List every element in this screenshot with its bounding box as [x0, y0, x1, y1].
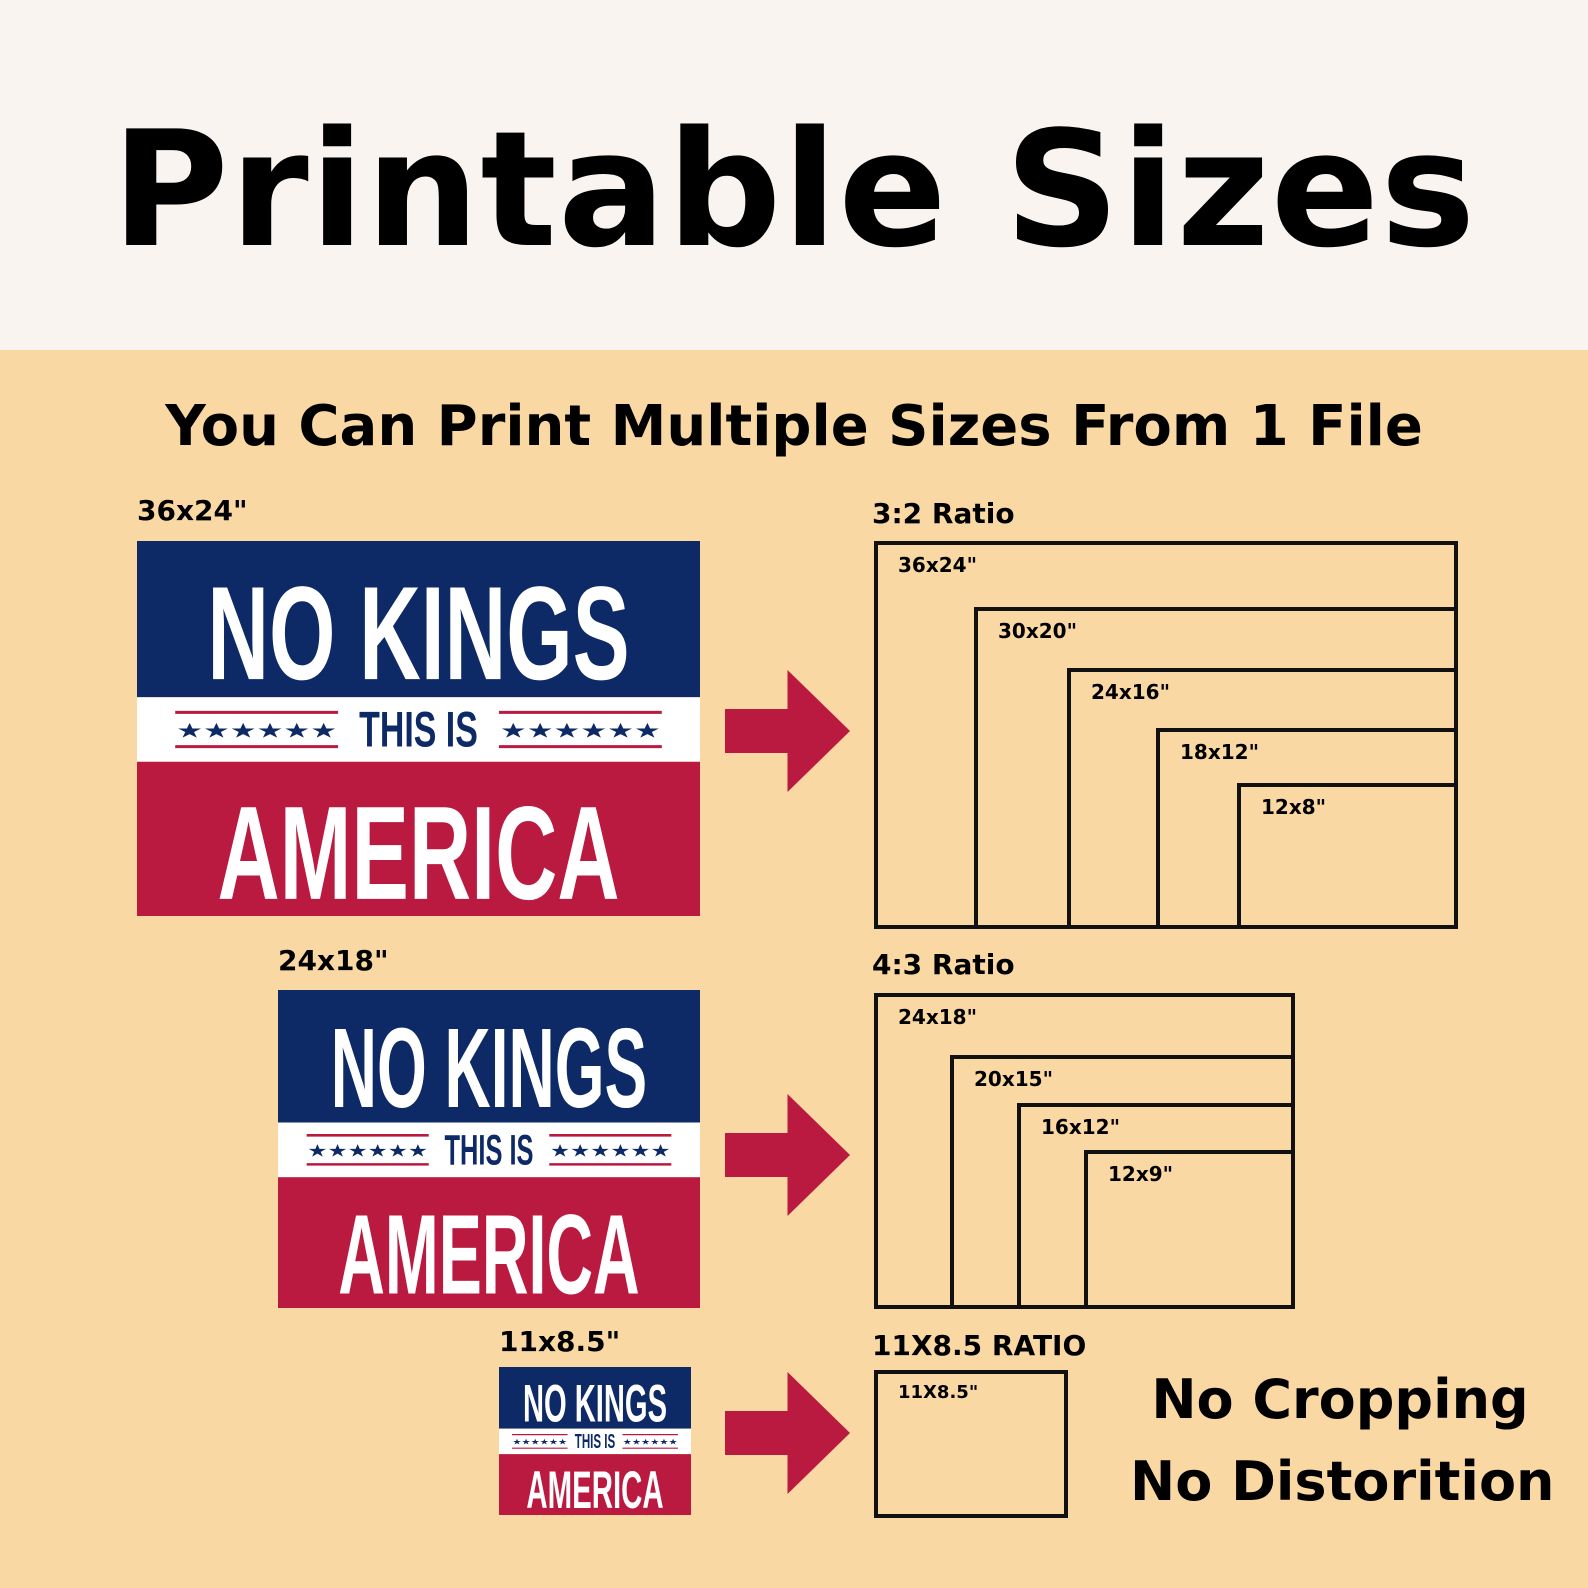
ratio-size-label: 20x15" [974, 1067, 1053, 1091]
ratio-size-label: 16x12" [1041, 1115, 1120, 1139]
subtitle: You Can Print Multiple Sizes From 1 File [165, 394, 1423, 459]
ratio-size-label: 12x8" [1261, 795, 1327, 819]
poster-line-america: AMERICA [338, 1192, 639, 1308]
ratio-size-label: 11X8.5" [898, 1382, 979, 1403]
star-icon: ★★★★★★ [500, 719, 661, 743]
ratio-size-label: 24x16" [1091, 680, 1170, 704]
tagline-no-distortion: No Distorition [1130, 1450, 1555, 1513]
ratio-size-label: 18x12" [1180, 740, 1259, 764]
star-icon: ★★★★★★ [512, 1437, 567, 1447]
star-icon: ★★★★★★ [550, 1141, 671, 1161]
star-icon: ★★★★★★ [307, 1141, 428, 1161]
ratio-box-4: 12x9" [1084, 1150, 1295, 1309]
poster-line-no-kings: NO KINGS [523, 1375, 667, 1433]
poster-line-this-is: THIS IS [359, 701, 478, 758]
poster-image-24x18: NO KINGS THIS IS AMERICA ★★★★★★ ★★★★★★ [278, 990, 700, 1308]
poster-size-label-24x18: 24x18" [278, 944, 389, 977]
poster-size-label-11x8-5: 11x8.5" [499, 1325, 621, 1358]
poster-image-11x8-5: NO KINGS THIS IS AMERICA ★★★★★★ ★★★★★★ [499, 1367, 691, 1515]
ratio-box-1: 11X8.5" [874, 1370, 1068, 1518]
ratio-size-label: 12x9" [1108, 1162, 1174, 1186]
ratio-label-4-3: 4:3 Ratio [872, 948, 1015, 981]
tagline-no-cropping: No Cropping [1151, 1368, 1529, 1431]
ratio-label-11x8-5: 11X8.5 RATIO [872, 1329, 1087, 1362]
poster-line-america: AMERICA [526, 1462, 663, 1515]
page-title: Printable Sizes [111, 96, 1477, 283]
right-arrow-icon [725, 670, 850, 792]
ratio-size-label: 36x24" [898, 553, 977, 577]
poster-line-no-kings: NO KINGS [331, 1005, 648, 1131]
star-icon: ★★★★★★ [176, 719, 337, 743]
poster-size-label-36x24: 36x24" [137, 494, 248, 527]
ratio-box-5: 12x8" [1237, 783, 1458, 929]
poster-line-this-is: THIS IS [445, 1126, 534, 1174]
ratio-size-label: 30x20" [998, 619, 1077, 643]
poster-line-this-is: THIS IS [575, 1430, 615, 1452]
star-icon: ★★★★★★ [623, 1437, 678, 1447]
poster-line-no-kings: NO KINGS [207, 560, 629, 708]
right-arrow-icon [725, 1094, 850, 1216]
right-arrow-icon [725, 1372, 850, 1494]
poster-line-america: AMERICA [217, 780, 619, 916]
poster-image-36x24: NO KINGS THIS IS AMERICA ★★★★★★ ★★★★★★ [137, 541, 700, 916]
ratio-label-3-2: 3:2 Ratio [872, 497, 1015, 530]
ratio-size-label: 24x18" [898, 1005, 977, 1029]
